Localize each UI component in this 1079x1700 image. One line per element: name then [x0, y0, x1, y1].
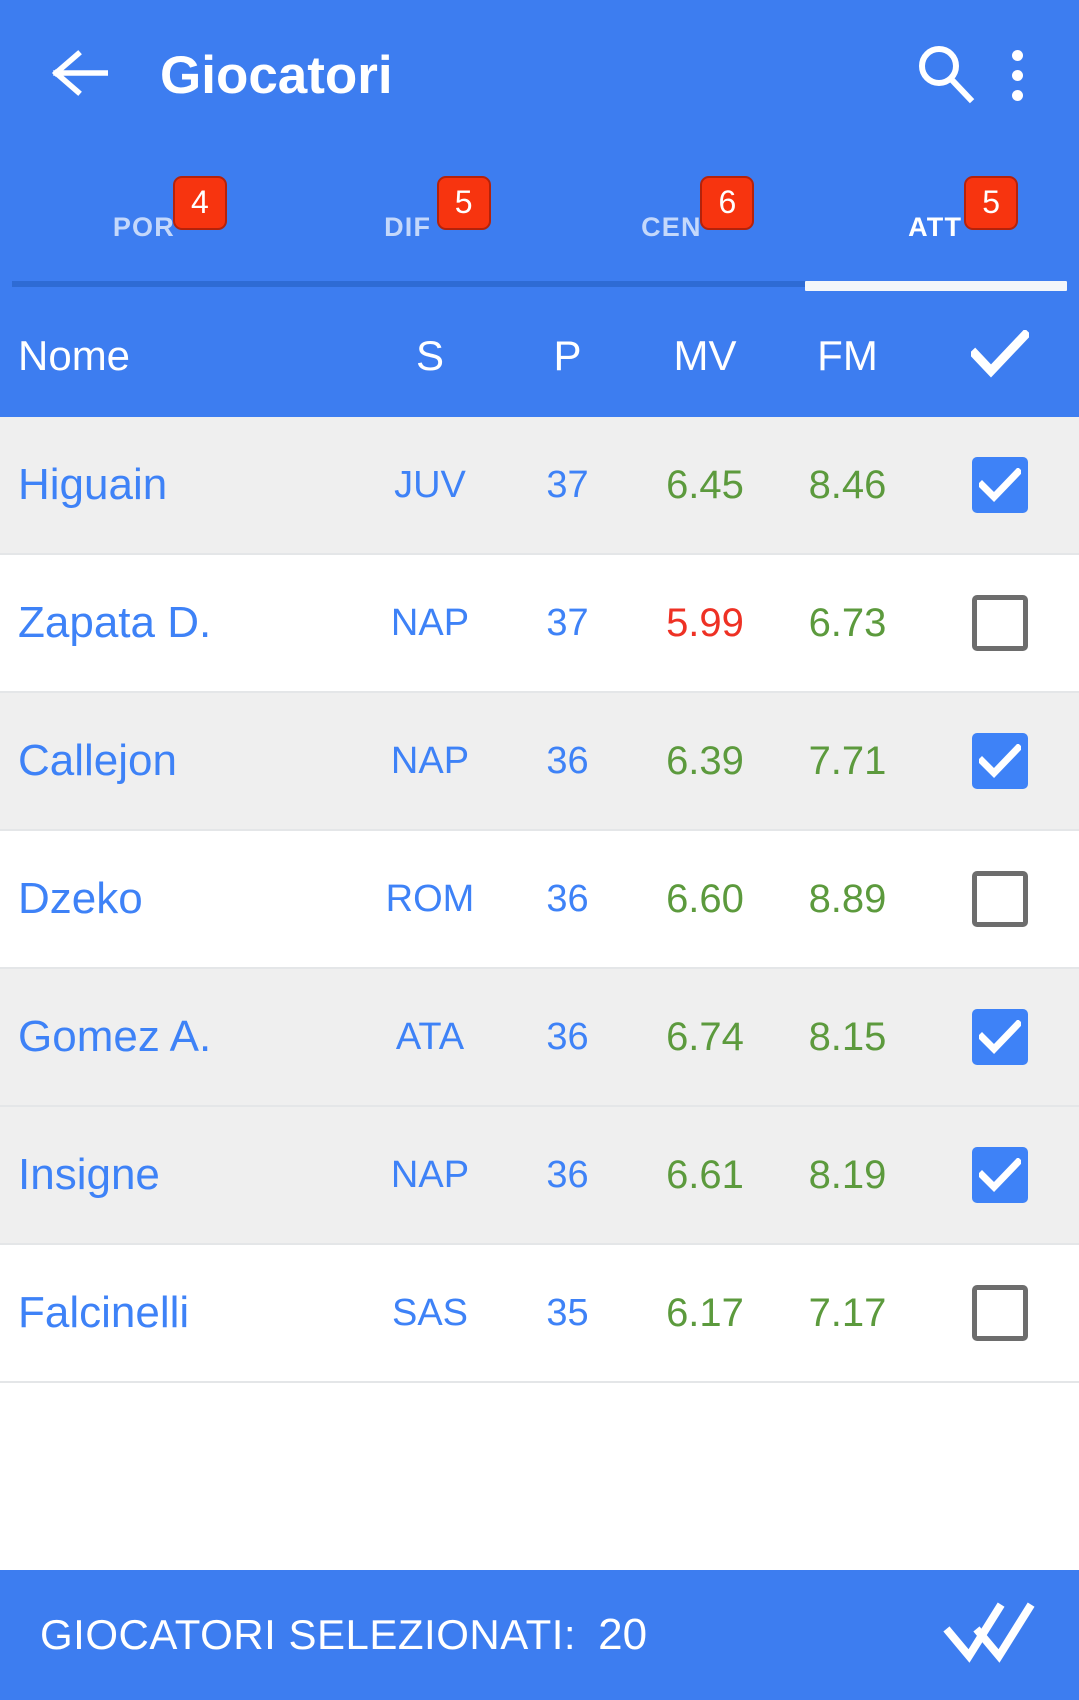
player-presences: 36: [546, 739, 589, 782]
tab-label: DIF: [384, 212, 432, 242]
player-list: Higuain JUV 37 6.45 8.46 Zapata D. NAP 37 5.99 6.…: [0, 417, 1079, 1570]
checkbox-checked-icon: [971, 457, 1028, 513]
position-tabs: POR 4 DIF 5 CEN 6 ATT 5: [0, 150, 1079, 295]
player-team: JUV: [394, 463, 466, 506]
player-mv: 6.39: [666, 738, 744, 783]
checkbox-unchecked-icon: [971, 595, 1028, 651]
player-team: ATA: [395, 1015, 465, 1058]
player-name: Insigne: [18, 1150, 160, 1199]
tab-badge-dif: 5: [436, 176, 491, 230]
players-screen: Giocatori POR 4 DIF 5 CEN 6 ATT 5 Nome S…: [0, 0, 1079, 1700]
table-row[interactable]: Callejon NAP 36 6.39 7.71: [0, 693, 1079, 831]
table-row[interactable]: Falcinelli SAS 35 6.17 7.17: [0, 1245, 1079, 1383]
table-row[interactable]: Dzeko ROM 36 6.60 8.89: [0, 831, 1079, 969]
selected-players-count: 20: [598, 1610, 648, 1659]
tab-cen[interactable]: CEN 6: [540, 150, 804, 295]
player-mv: 6.60: [666, 876, 744, 921]
double-check-icon: [943, 1601, 1035, 1669]
player-select-checkbox[interactable]: [920, 595, 1079, 651]
column-header-p[interactable]: P: [500, 332, 635, 380]
player-mv: 6.74: [666, 1014, 744, 1059]
column-header-s[interactable]: S: [360, 332, 500, 380]
column-header-select-all[interactable]: [920, 328, 1079, 383]
player-presences: 36: [546, 1153, 589, 1196]
player-mv: 6.17: [666, 1290, 744, 1335]
table-row[interactable]: Higuain JUV 37 6.45 8.46: [0, 417, 1079, 555]
player-select-checkbox[interactable]: [920, 733, 1079, 789]
tab-label: CEN: [641, 212, 702, 242]
tab-dif[interactable]: DIF 5: [276, 150, 540, 295]
player-select-checkbox[interactable]: [920, 1285, 1079, 1341]
more-vertical-icon: [1011, 49, 1023, 101]
active-tab-indicator: [804, 281, 1068, 291]
player-team: ROM: [385, 877, 475, 920]
player-mv: 5.99: [666, 600, 744, 645]
column-header-fm[interactable]: FM: [775, 332, 920, 380]
back-button[interactable]: [48, 43, 112, 107]
player-name: Callejon: [18, 736, 177, 785]
tab-badge-por: 4: [172, 176, 227, 230]
overflow-menu-button[interactable]: [981, 39, 1053, 111]
player-presences: 36: [546, 1015, 589, 1058]
player-select-checkbox[interactable]: [920, 1009, 1079, 1065]
table-row[interactable]: Gomez A. ATA 36 6.74 8.15: [0, 969, 1079, 1107]
player-fm: 7.71: [808, 738, 887, 783]
player-name: Dzeko: [18, 874, 143, 923]
checkbox-checked-icon: [971, 1147, 1028, 1203]
checkbox-unchecked-icon: [971, 1285, 1028, 1341]
player-select-checkbox[interactable]: [920, 871, 1079, 927]
selected-players-label: GIOCATORI SELEZIONATI:: [40, 1611, 577, 1658]
checkbox-checked-icon: [971, 733, 1028, 789]
player-select-checkbox[interactable]: [920, 457, 1079, 513]
player-fm: 7.17: [808, 1290, 887, 1335]
player-team: NAP: [390, 601, 470, 644]
table-header: Nome S P MV FM: [0, 295, 1079, 417]
player-fm: 6.73: [808, 600, 887, 645]
table-row[interactable]: Zapata D. NAP 37 5.99 6.73: [0, 555, 1079, 693]
table-row[interactable]: Insigne NAP 36 6.61 8.19: [0, 1107, 1079, 1245]
player-team: SAS: [391, 1291, 469, 1334]
player-fm: 8.46: [808, 462, 887, 507]
tab-att[interactable]: ATT 5: [803, 150, 1067, 295]
player-presences: 37: [546, 601, 589, 644]
player-fm: 8.19: [808, 1152, 887, 1197]
player-name: Falcinelli: [18, 1288, 190, 1337]
checkbox-checked-icon: [971, 1009, 1028, 1065]
player-presences: 35: [546, 1291, 589, 1334]
column-header-mv[interactable]: MV: [635, 332, 775, 380]
selection-bar: GIOCATORI SELEZIONATI: 20: [0, 1570, 1079, 1700]
search-icon: [914, 42, 976, 109]
player-select-checkbox[interactable]: [920, 1147, 1079, 1203]
tab-label: POR: [112, 212, 175, 242]
tab-label: ATT: [908, 212, 963, 242]
player-presences: 37: [546, 463, 589, 506]
check-icon: [968, 328, 1031, 383]
column-header-name[interactable]: Nome: [0, 332, 360, 380]
player-presences: 36: [546, 877, 589, 920]
tab-por[interactable]: POR 4: [12, 150, 276, 295]
player-fm: 8.15: [808, 1014, 887, 1059]
player-team: NAP: [390, 1153, 470, 1196]
player-name: Zapata D.: [18, 598, 212, 647]
confirm-selection-button[interactable]: [943, 1601, 1035, 1669]
player-mv: 6.61: [666, 1152, 744, 1197]
arrow-left-icon: [52, 49, 109, 101]
player-name: Gomez A.: [18, 1012, 212, 1061]
tab-badge-cen: 6: [700, 176, 755, 230]
player-fm: 8.89: [808, 876, 887, 921]
tab-badge-att: 5: [964, 176, 1019, 230]
player-team: NAP: [390, 739, 470, 782]
app-bar: Giocatori: [0, 0, 1079, 150]
checkbox-unchecked-icon: [971, 871, 1028, 927]
player-name: Higuain: [18, 460, 168, 509]
page-title: Giocatori: [160, 45, 393, 105]
search-button[interactable]: [909, 39, 981, 111]
player-mv: 6.45: [666, 462, 744, 507]
